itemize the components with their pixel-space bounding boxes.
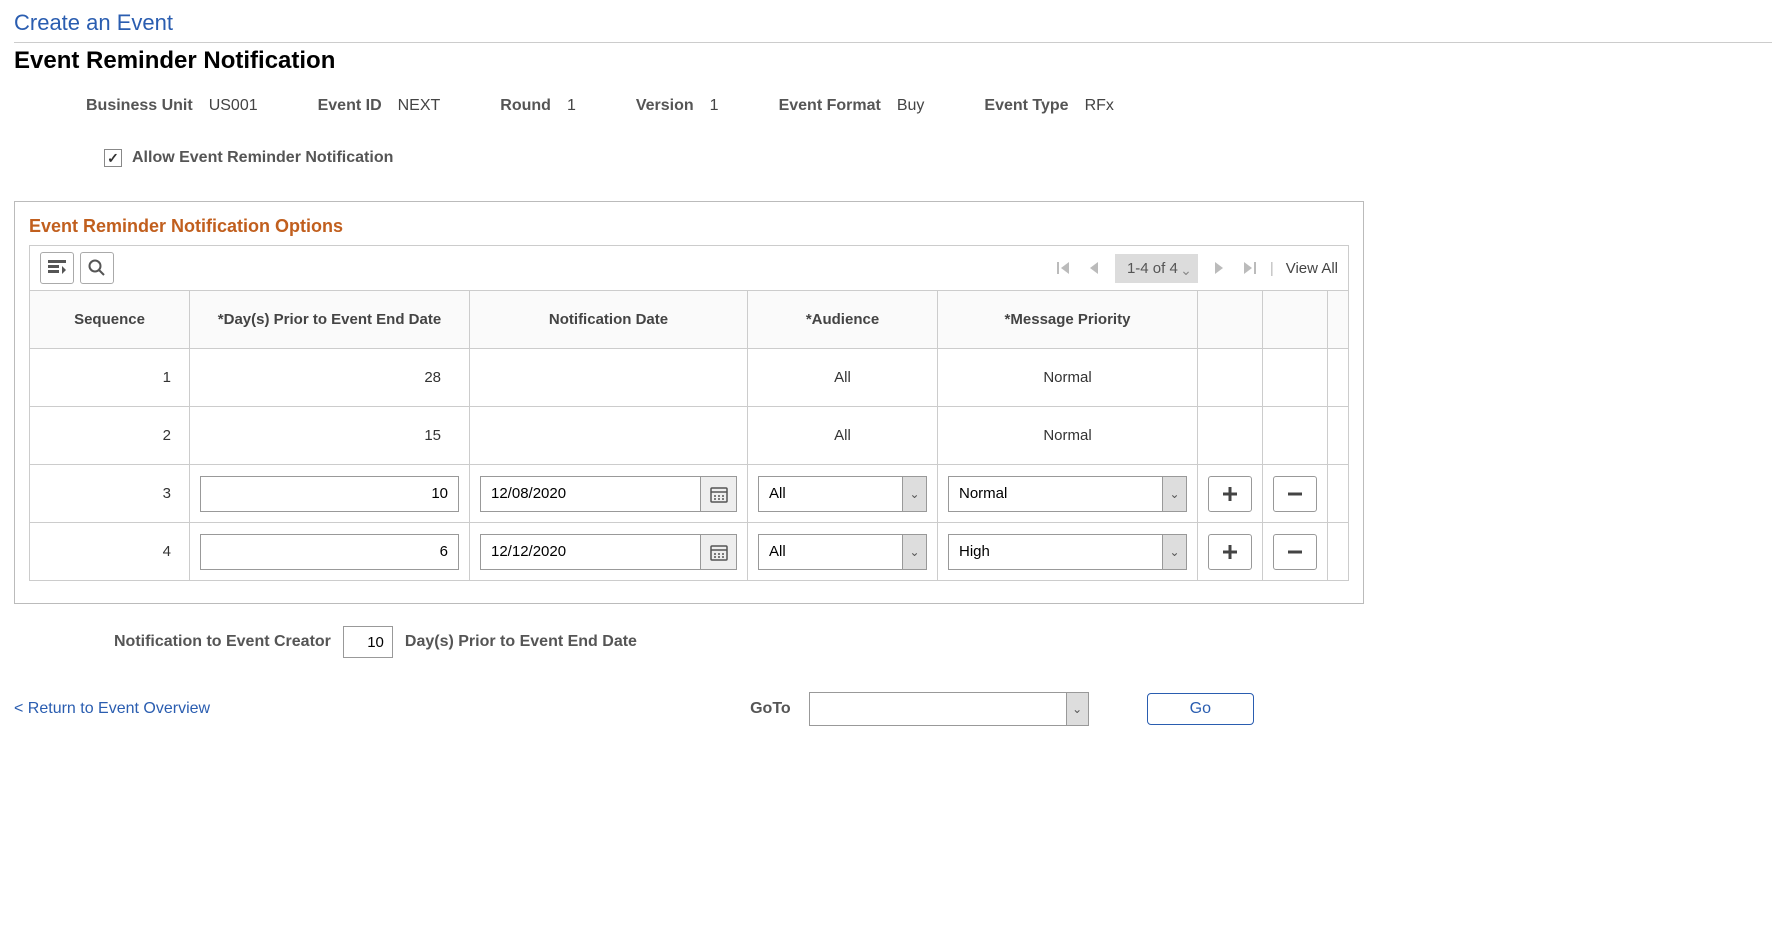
days-prior-value: 28 — [190, 349, 470, 407]
priority-select[interactable] — [948, 476, 1187, 512]
event-format-label: Event Format — [779, 97, 881, 115]
notification-date-input[interactable] — [480, 476, 701, 512]
version-value: 1 — [710, 97, 719, 115]
panel-title: Event Reminder Notification Options — [15, 216, 1363, 245]
event-id-value: NEXT — [398, 97, 441, 115]
business-unit-value: US001 — [209, 97, 258, 115]
view-all-link[interactable]: View All — [1286, 260, 1338, 277]
first-page-icon[interactable] — [1055, 259, 1073, 277]
remove-row-button[interactable] — [1273, 534, 1317, 570]
notification-creator-suffix: Day(s) Prior to Event End Date — [405, 633, 637, 651]
table-row: 3⌄⌄ — [30, 465, 1349, 523]
goto-label: GoTo — [750, 700, 791, 718]
spacer-cell — [1328, 349, 1349, 407]
days-prior-input[interactable] — [200, 534, 459, 570]
priority-value: Normal — [938, 349, 1198, 407]
audience-select[interactable] — [758, 534, 927, 570]
version-label: Version — [636, 97, 694, 115]
search-icon[interactable] — [80, 252, 114, 284]
add-row-button[interactable] — [1208, 534, 1252, 570]
breadcrumb[interactable]: Create an Event — [14, 10, 1772, 42]
sequence-cell: 1 — [30, 349, 190, 407]
calendar-icon[interactable] — [701, 534, 737, 570]
priority-select[interactable] — [948, 534, 1187, 570]
col-audience[interactable]: *Audience — [748, 291, 938, 349]
days-prior-value: 15 — [190, 407, 470, 465]
table-row: 4⌄⌄ — [30, 523, 1349, 581]
event-format-value: Buy — [897, 97, 925, 115]
notification-date-value — [470, 349, 748, 407]
sequence-cell: 4 — [30, 523, 190, 581]
notification-creator-label: Notification to Event Creator — [114, 633, 331, 651]
allow-reminder-checkbox[interactable]: ✓ — [104, 149, 122, 167]
go-button[interactable]: Go — [1147, 693, 1254, 725]
spacer-cell — [1328, 407, 1349, 465]
sequence-cell: 2 — [30, 407, 190, 465]
notification-date-input[interactable] — [480, 534, 701, 570]
col-spacer — [1328, 291, 1349, 349]
add-row-button[interactable] — [1208, 476, 1252, 512]
reminder-grid: Sequence *Day(s) Prior to Event End Date… — [29, 290, 1349, 581]
grid-action-icon[interactable] — [40, 252, 74, 284]
audience-value: All — [748, 407, 938, 465]
last-page-icon[interactable] — [1240, 259, 1258, 277]
round-label: Round — [500, 97, 551, 115]
col-days-prior[interactable]: *Day(s) Prior to Event End Date — [190, 291, 470, 349]
col-priority[interactable]: *Message Priority — [938, 291, 1198, 349]
toolbar-divider: | — [1270, 260, 1274, 277]
divider — [14, 42, 1772, 43]
page-title: Event Reminder Notification — [14, 47, 1772, 75]
event-meta-row: Business Unit US001 Event ID NEXT Round … — [14, 97, 1772, 115]
next-page-icon[interactable] — [1210, 259, 1228, 277]
spacer-cell — [1328, 465, 1349, 523]
return-to-overview-link[interactable]: < Return to Event Overview — [14, 700, 210, 718]
round-value: 1 — [567, 97, 576, 115]
sequence-cell: 3 — [30, 465, 190, 523]
event-type-label: Event Type — [984, 97, 1068, 115]
priority-value: Normal — [938, 407, 1198, 465]
col-remove — [1263, 291, 1328, 349]
spacer-cell — [1328, 523, 1349, 581]
audience-value: All — [748, 349, 938, 407]
allow-reminder-label: Allow Event Reminder Notification — [132, 149, 393, 167]
table-row: 215 AllNormal — [30, 407, 1349, 465]
table-row: 128 AllNormal — [30, 349, 1349, 407]
prev-page-icon[interactable] — [1085, 259, 1103, 277]
audience-select[interactable] — [758, 476, 927, 512]
event-type-value: RFx — [1085, 97, 1114, 115]
days-prior-input[interactable] — [200, 476, 459, 512]
goto-select[interactable] — [809, 692, 1089, 726]
notification-creator-days-input[interactable] — [343, 626, 393, 658]
grid-toolbar: 1-4 of 4 | View All — [29, 245, 1349, 290]
col-sequence[interactable]: Sequence — [30, 291, 190, 349]
event-id-label: Event ID — [318, 97, 382, 115]
business-unit-label: Business Unit — [86, 97, 193, 115]
page-counter-dropdown[interactable]: 1-4 of 4 — [1115, 260, 1198, 277]
remove-row-button[interactable] — [1273, 476, 1317, 512]
calendar-icon[interactable] — [701, 476, 737, 512]
col-notification-date[interactable]: Notification Date — [470, 291, 748, 349]
notification-date-value — [470, 407, 748, 465]
col-add — [1198, 291, 1263, 349]
reminder-options-panel: Event Reminder Notification Options 1-4 … — [14, 201, 1364, 604]
